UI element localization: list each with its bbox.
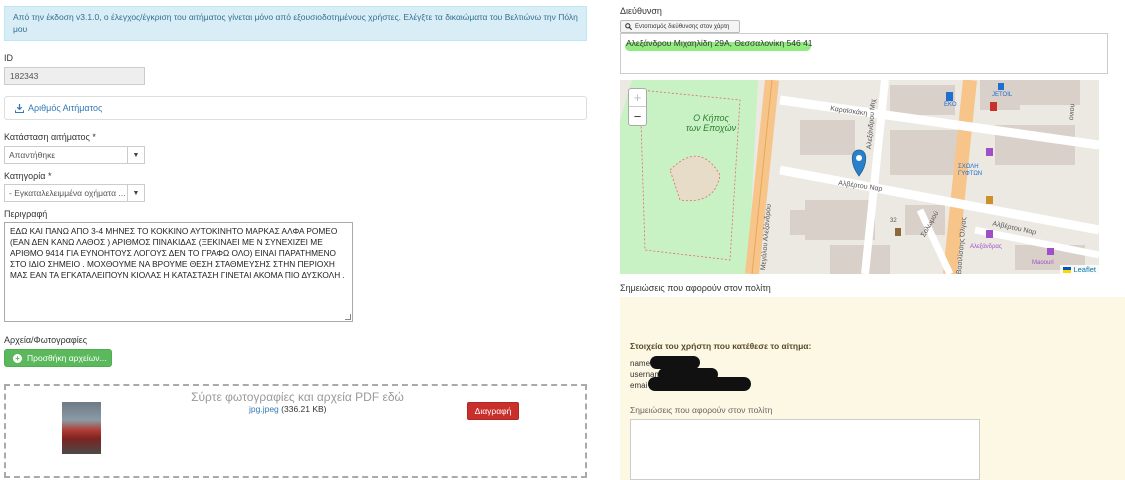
flag-icon [1063, 266, 1072, 273]
map-attribution[interactable]: Leaflet [1060, 265, 1099, 274]
id-label: ID [4, 53, 13, 63]
file-dropzone[interactable]: Σύρτε φωτογραφίες και αρχεία PDF εδώ jpg… [4, 384, 587, 478]
address-label: Διεύθυνση [620, 6, 662, 16]
chevron-down-icon[interactable]: ▼ [127, 147, 144, 163]
map-label-park: Ο Κήπος των Εποχών [685, 113, 737, 133]
file-name-link[interactable]: jpg.jpeg [249, 404, 279, 414]
map-zoom-control: + − [628, 88, 647, 126]
category-value: - Εγκαταλελειμμένα οχήματα ... [9, 188, 126, 198]
delete-file-label: Διαγραφή [474, 406, 512, 416]
add-files-label: Προσθήκη αρχείων... [27, 353, 107, 363]
leaflet-link[interactable]: Leaflet [1073, 265, 1096, 274]
info-alert: Από την έκδοση v3.1.0, ο έλεγχος/έγκριση… [4, 6, 587, 41]
resize-handle[interactable] [345, 314, 351, 320]
add-files-button[interactable]: + Προσθήκη αρχείων... [4, 349, 112, 367]
request-number-link[interactable]: Αριθμός Αιτήματος [28, 103, 102, 113]
citizen-notes-textarea[interactable] [630, 419, 980, 480]
map-label-street-edge: ονιου [1068, 103, 1077, 121]
map-view[interactable]: Ο Κήπος των Εποχών Καραϊσκάκη Αλεξάνδρου … [620, 80, 1099, 274]
status-value: Απαντήθηκε [9, 150, 56, 160]
citizen-notes-label: Σημειώσεις που αφορούν στον πολίτη [620, 283, 771, 293]
zoom-in-button[interactable]: + [629, 89, 646, 107]
map-label-school: ΣΧΟΛΗ ΓΥΦΤΩΝ [958, 164, 983, 177]
files-label: Αρχεία/Φωτογραφίες [4, 335, 88, 345]
user-info-title: Στοιχεία του χρήστη που κατέθεσε το αίτη… [630, 341, 812, 351]
file-thumbnail[interactable] [62, 402, 101, 454]
locate-address-button[interactable]: Εντοπισμός διεύθυνσης στον χάρτη [620, 20, 740, 33]
description-label: Περιγραφή [4, 209, 48, 219]
download-icon [15, 103, 24, 113]
description-textarea[interactable]: ΕΔΩ ΚΑΙ ΠΑΝΩ ΑΠΟ 3-4 ΜΗΝΕΣ ΤΟ ΚΟΚΚΙΝΟ ΑΥ… [4, 222, 353, 322]
locate-address-label: Εντοπισμός διεύθυνσης στον χάρτη [635, 23, 730, 30]
info-alert-text: Από την έκδοση v3.1.0, ο έλεγχος/έγκριση… [13, 12, 578, 34]
zoom-out-button[interactable]: − [629, 107, 646, 125]
map-label-eko: ΕΚΟ [944, 102, 957, 108]
category-select[interactable]: - Εγκαταλελειμμένα οχήματα ... ▼ [4, 184, 145, 202]
user-name-label: name [630, 359, 651, 368]
id-value: 182343 [10, 71, 39, 81]
request-number-panel[interactable]: Αριθμός Αιτήματος [4, 96, 587, 120]
redaction [648, 377, 751, 391]
file-info: jpg.jpeg (336.21 KB) [249, 404, 327, 414]
id-field[interactable]: 182343 [4, 67, 145, 85]
plus-circle-icon: + [13, 353, 22, 363]
address-field[interactable]: Αλεξάνδρου Μιχαηλίδη 29Α, Θεσσαλονίκη 54… [620, 33, 1108, 74]
map-label-alexandras: Αλεξάνδρας [970, 244, 1002, 250]
citizen-notes-sublabel: Σημειώσεις που αφορούν στον πολίτη [630, 405, 773, 415]
status-select[interactable]: Απαντήθηκε ▼ [4, 146, 145, 164]
map-label-number: 32 [890, 218, 897, 224]
user-email-label: emai [630, 381, 648, 390]
map-label-maoouri: Maoouri [1032, 260, 1054, 266]
citizen-notes-panel: Στοιχεία του χρήστη που κατέθεσε το αίτη… [620, 297, 1125, 480]
category-label: Κατηγορία * [4, 171, 52, 181]
map-label-jetoil: JETOIL [992, 92, 1013, 98]
delete-file-button[interactable]: Διαγραφή [467, 402, 519, 420]
file-size: (336.21 KB) [281, 404, 327, 414]
status-label: Κατάσταση αιτήματος * [4, 132, 96, 142]
chevron-down-icon[interactable]: ▼ [127, 185, 144, 201]
search-icon [625, 23, 632, 30]
description-text: ΕΔΩ ΚΑΙ ΠΑΝΩ ΑΠΟ 3-4 ΜΗΝΕΣ ΤΟ ΚΟΚΚΙΝΟ ΑΥ… [10, 226, 345, 280]
address-value: Αλεξάνδρου Μιχαηλίδη 29Α, Θεσσαλονίκη 54… [626, 38, 813, 48]
